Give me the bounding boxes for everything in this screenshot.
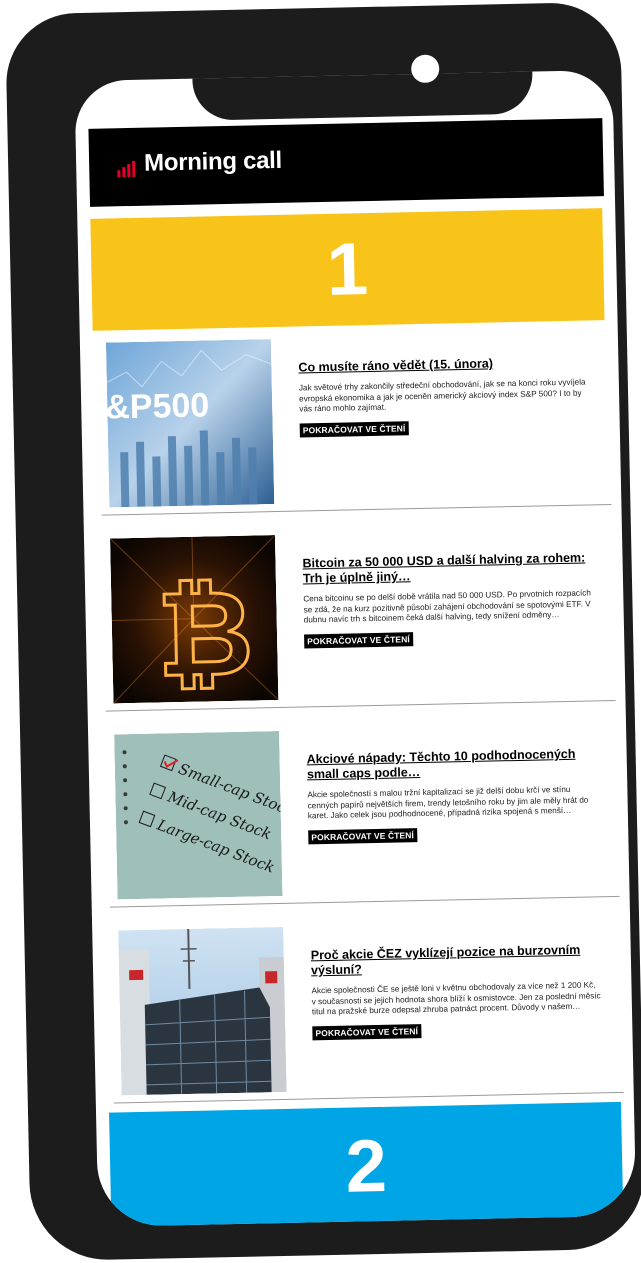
phone-notch: [192, 69, 534, 121]
phone-screen: Morning call 1 &P500 Co musíte ráno vědě…: [74, 69, 637, 1227]
sp500-image: &P500: [106, 339, 275, 508]
brand-bars-icon: [117, 160, 141, 178]
newsletter-header: Morning call: [88, 118, 604, 207]
read-more-button[interactable]: POKRAČOVAT VE ČTENÍ: [304, 631, 413, 648]
article-excerpt: Jak světové trhy zakončily středeční obc…: [298, 377, 586, 414]
article-card: Small-cap Stock Mid-cap Stock Large-cap …: [101, 724, 620, 908]
brand-title: Morning call: [143, 146, 283, 177]
article-excerpt: Akcie společností s malou tržní kapitali…: [307, 784, 589, 821]
article-excerpt: Cena bitcoinu se po delší době vrátila n…: [303, 588, 592, 625]
read-more-button[interactable]: POKRAČOVAT VE ČTENÍ: [312, 1023, 422, 1040]
bitcoin-image: ₿: [110, 535, 279, 704]
article-card: &P500 Co musíte ráno vědět (15. února) J…: [93, 332, 612, 516]
article-image-caps[interactable]: Small-cap Stock Mid-cap Stock Large-cap …: [114, 730, 283, 900]
article-content: Akciové nápady: Těchto 10 podhodnocených…: [306, 724, 598, 845]
article-card: ₿ Bitcoin za 50 000 USD a další halving …: [97, 528, 616, 712]
read-more-button[interactable]: POKRAČOVAT VE ČTENÍ: [299, 420, 409, 437]
article-content: Co musíte ráno vědět (15. února) Jak svě…: [298, 332, 590, 438]
section-number-1: 1: [90, 208, 605, 331]
article-image-bitcoin[interactable]: ₿: [110, 535, 279, 704]
article-image-sp500[interactable]: &P500: [106, 339, 275, 508]
svg-text:&P500: &P500: [106, 386, 210, 426]
article-content: Proč akcie ČEZ vyklízejí pozice na burzo…: [310, 920, 602, 1041]
article-excerpt: Akcie společnosti ČE se ještě loni v kvě…: [311, 980, 601, 1017]
article-title[interactable]: Bitcoin za 50 000 USD a další halving za…: [302, 550, 593, 586]
article-card: Proč akcie ČEZ vyklízejí pozice na burzo…: [105, 920, 624, 1104]
article-title[interactable]: Proč akcie ČEZ vyklízejí pozice na burzo…: [311, 942, 602, 978]
svg-text:₿: ₿: [156, 568, 255, 702]
article-title[interactable]: Co musíte ráno vědět (15. února): [298, 354, 588, 375]
phone-frame: Morning call 1 &P500 Co musíte ráno vědě…: [5, 1, 641, 1262]
read-more-button[interactable]: POKRAČOVAT VE ČTENÍ: [308, 827, 418, 844]
caps-checklist-image: Small-cap Stock Mid-cap Stock Large-cap …: [114, 730, 283, 900]
cez-building-image: [118, 926, 287, 1096]
article-title[interactable]: Akciové nápady: Těchto 10 podhodnocených…: [307, 746, 598, 782]
section-number-2: 2: [109, 1101, 624, 1227]
article-content: Bitcoin za 50 000 USD a další halving za…: [302, 528, 594, 649]
article-image-cez-building[interactable]: [118, 926, 287, 1096]
